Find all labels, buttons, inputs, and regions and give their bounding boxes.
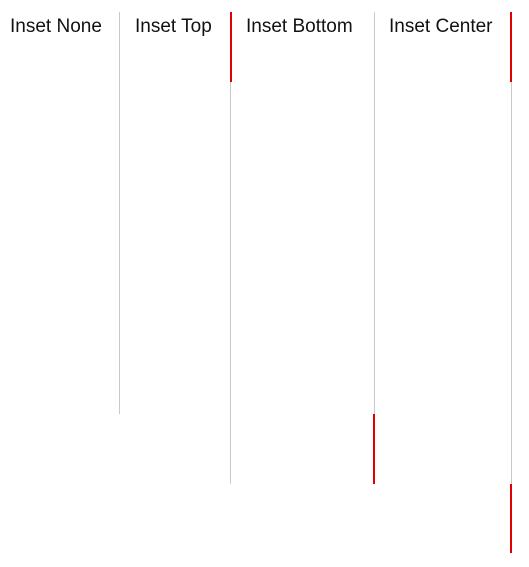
inset-marker-center-top xyxy=(510,12,512,82)
label-inset-center: Inset Center xyxy=(389,16,493,37)
vertical-divider-inset-center xyxy=(511,12,512,553)
inset-marker-center-bottom xyxy=(510,484,512,553)
inset-marker-top xyxy=(230,12,232,82)
inset-marker-bottom xyxy=(373,414,375,484)
label-inset-top: Inset Top xyxy=(135,16,212,37)
label-inset-bottom: Inset Bottom xyxy=(246,16,353,37)
label-inset-none: Inset None xyxy=(10,16,102,37)
vertical-divider-inset-top xyxy=(230,12,231,484)
vertical-divider-inset-none xyxy=(119,12,120,414)
